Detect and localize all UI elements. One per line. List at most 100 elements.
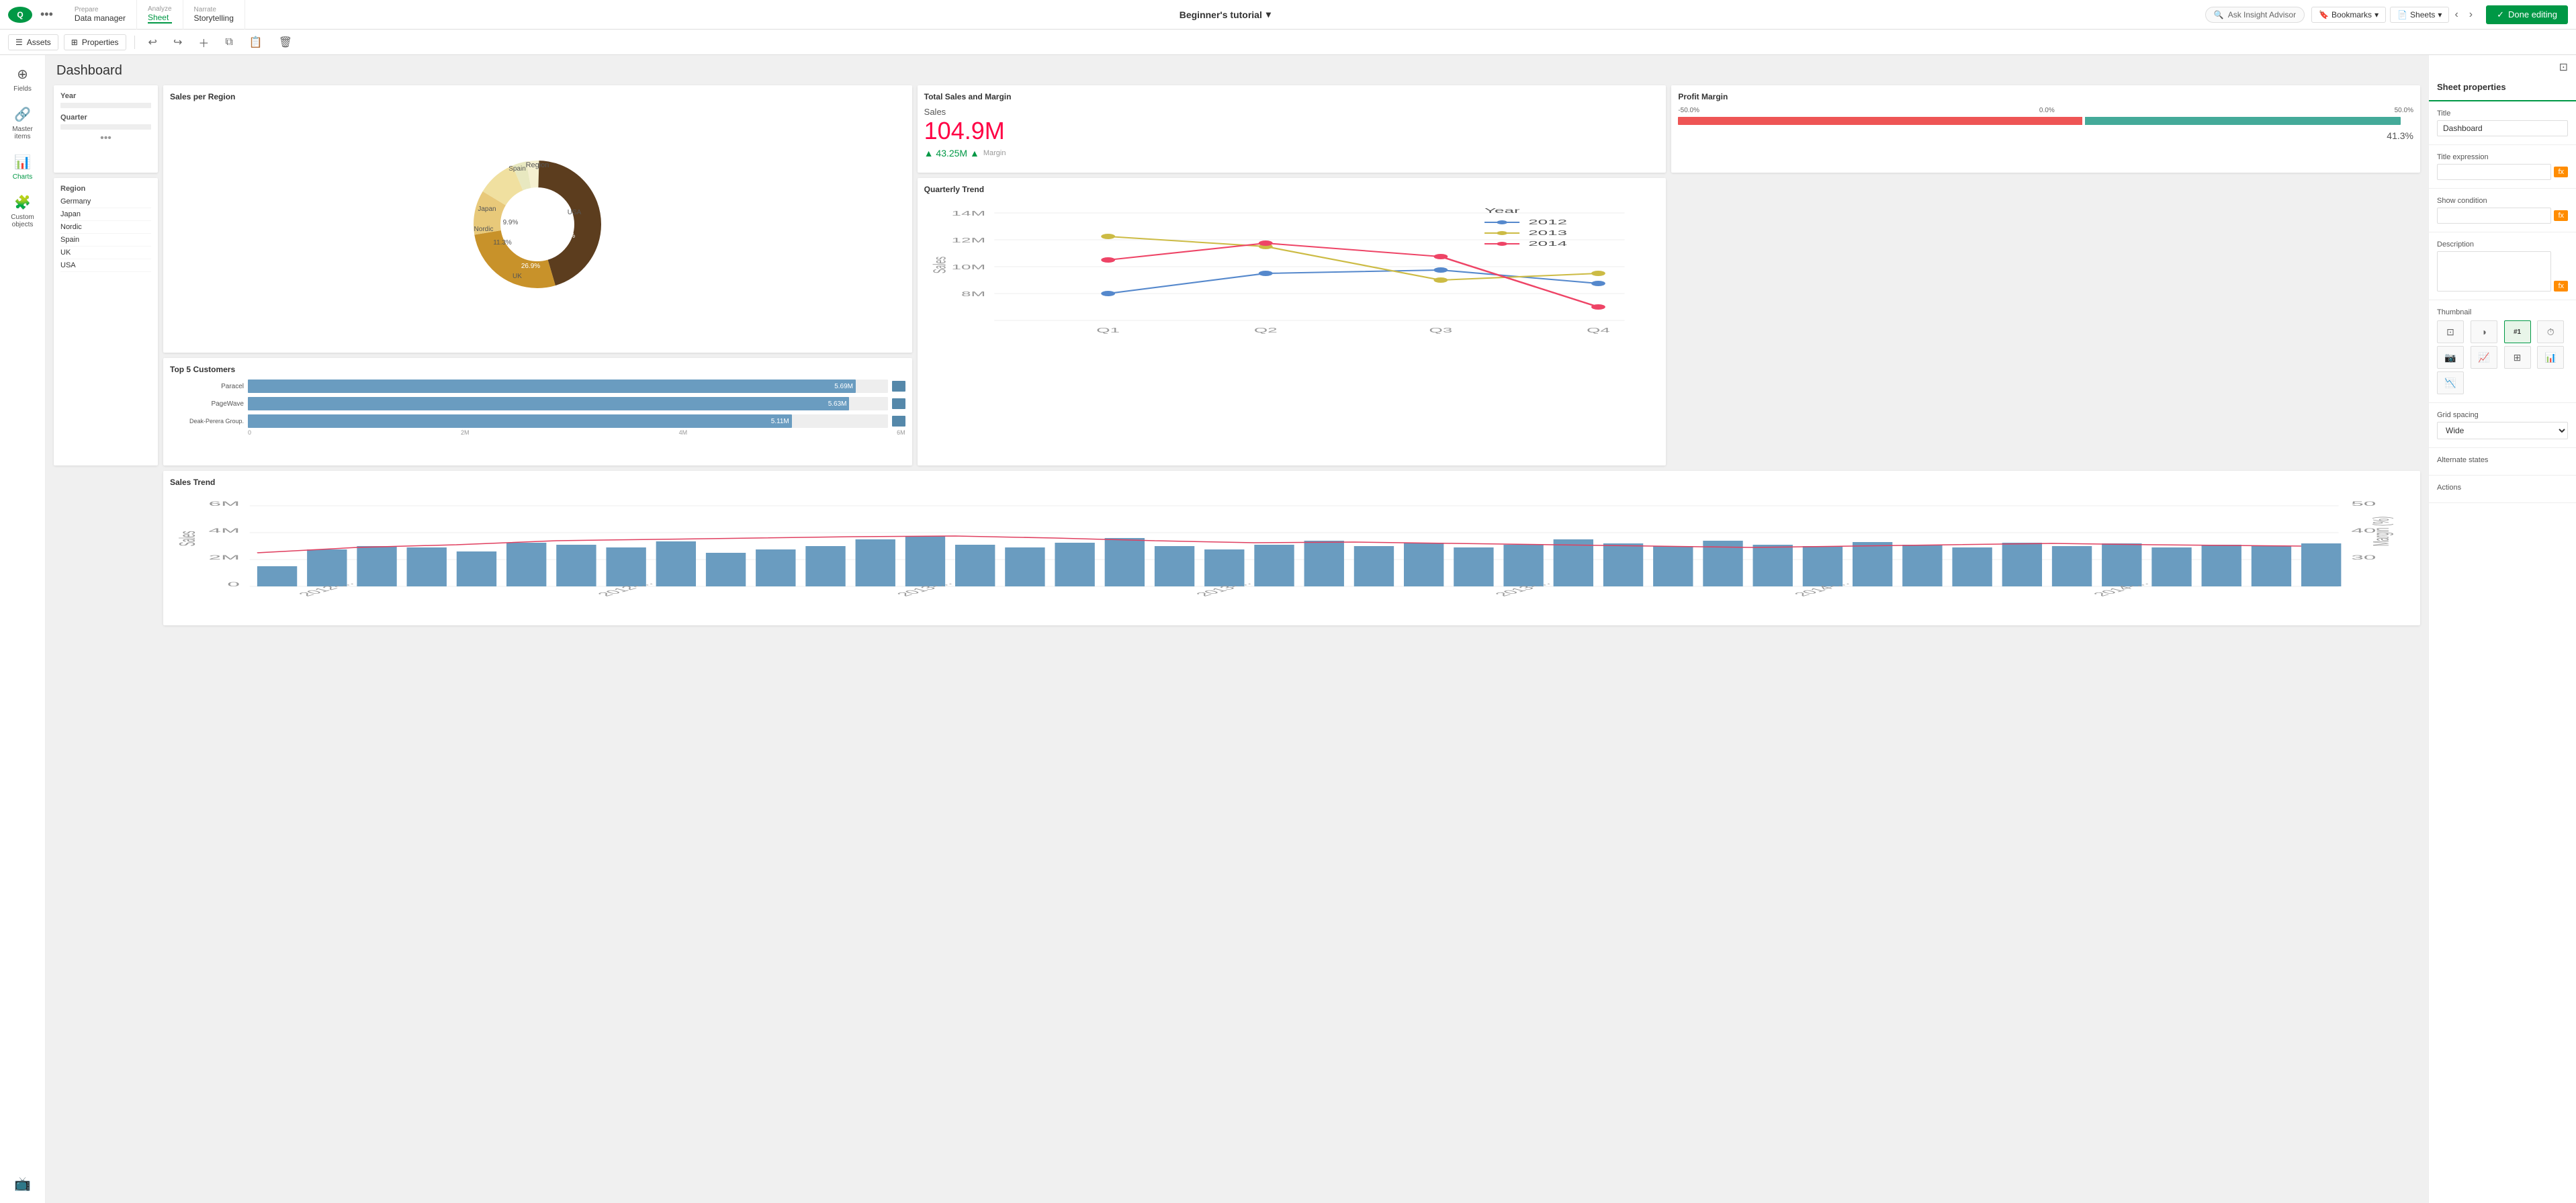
description-label: Description	[2437, 240, 2568, 249]
bar-label-deak: Deak-Perera Group.	[170, 418, 244, 425]
assets-icon: ☰	[15, 38, 23, 47]
grid-spacing-select[interactable]: Wide Medium Narrow	[2437, 422, 2568, 439]
thumb-bar-chart[interactable]: 📊	[2537, 346, 2564, 369]
main-content: Dashboard Year Quarter ••• Sales per Reg…	[46, 55, 2428, 1203]
actions-section: Actions	[2429, 476, 2576, 503]
bar-value-paracel: 5.69M	[834, 383, 853, 390]
show-condition-fx-button[interactable]: fx	[2554, 210, 2568, 221]
thumb-line-chart[interactable]: 📈	[2471, 346, 2497, 369]
thumbnail-label: Thumbnail	[2437, 308, 2568, 316]
alternate-states-label: Alternate states	[2437, 456, 2568, 464]
sheets-icon: 📄	[2397, 10, 2407, 19]
left-sidebar: ⊕ Fields 🔗 Master items 📊 Charts 🧩 Custo…	[0, 55, 46, 1203]
svg-text:2014: 2014	[1528, 240, 1567, 247]
thumb-layout[interactable]: ⊡	[2437, 320, 2464, 343]
title-input[interactable]	[2437, 120, 2568, 136]
sidebar-item-custom-objects[interactable]: 🧩 Custom objects	[3, 189, 43, 234]
bottom-icon: 📺	[14, 1175, 31, 1192]
thumb-camera[interactable]: 📷	[2437, 346, 2464, 369]
region-uk[interactable]: UK	[60, 247, 151, 259]
thumb-stacked-chart[interactable]: 📉	[2437, 371, 2464, 394]
app-title-text[interactable]: Beginner's tutorial	[1180, 9, 1262, 20]
region-nordic[interactable]: Nordic	[60, 221, 151, 234]
nav-prepare-sub: Data manager	[75, 13, 126, 23]
bar-axis: 0 2M 4M 6M	[170, 429, 905, 436]
svg-text:2M: 2M	[209, 554, 240, 561]
show-condition-input[interactable]	[2437, 208, 2551, 224]
region-filter-label: Region	[60, 185, 151, 193]
profit-label-right: 50.0%	[2395, 107, 2413, 114]
redo-button[interactable]: ↪	[168, 33, 187, 52]
app-title-chevron[interactable]: ▾	[1266, 9, 1271, 20]
bar-mini-deak	[892, 416, 905, 427]
svg-text:USA: USA	[568, 209, 582, 216]
svg-text:2013: 2013	[1528, 229, 1567, 236]
svg-text:0: 0	[227, 581, 240, 588]
bar-mini-pagewave	[892, 398, 905, 409]
thumb-number[interactable]: #1	[2504, 320, 2531, 343]
region-filter-list: Germany Japan Nordic Spain UK USA	[60, 195, 151, 272]
svg-text:50: 50	[2351, 500, 2376, 507]
thumb-number-badge: #1	[2514, 328, 2521, 336]
svg-text:Sales: Sales	[175, 531, 200, 546]
thumb-layout2[interactable]: ⊞	[2504, 346, 2531, 369]
nav-narrate-sub: Storytelling	[194, 13, 234, 23]
bar-row-pagewave: PageWave 5.63M	[170, 397, 905, 410]
insight-advisor-search[interactable]: 🔍 Ask Insight Advisor	[2205, 7, 2305, 23]
sidebar-item-charts[interactable]: 📊 Charts	[3, 148, 43, 186]
bar-row-deak: Deak-Perera Group. 5.11M	[170, 414, 905, 428]
quarterly-trend-chart: 14M 12M 10M 8M Q1 Q2 Q3 Q4	[924, 199, 1660, 347]
toolbar-separator	[134, 36, 135, 49]
svg-text:26.9%: 26.9%	[521, 263, 540, 270]
assets-tab[interactable]: ☰ Assets	[8, 34, 58, 50]
search-placeholder-text: Ask Insight Advisor	[2228, 10, 2296, 19]
sales-per-region-card: Sales per Region USA UK Nor	[163, 85, 912, 353]
nav-prev-button[interactable]: ‹	[2449, 6, 2463, 24]
profit-label-left: -50.0%	[1678, 107, 1699, 114]
region-filter-card: Region Germany Japan Nordic Spain UK USA	[54, 178, 158, 465]
bookmarks-button[interactable]: 🔖 Bookmarks ▾	[2311, 7, 2386, 23]
nav-prepare[interactable]: Prepare Data manager	[64, 0, 137, 30]
filter-menu-icon[interactable]: •••	[100, 132, 112, 144]
paste-button[interactable]: 📋	[244, 33, 268, 52]
svg-text:Q4: Q4	[1587, 326, 1610, 334]
description-fx-button[interactable]: fx	[2554, 281, 2568, 292]
description-textarea[interactable]	[2437, 251, 2551, 292]
sidebar-item-master-items[interactable]: 🔗 Master items	[3, 101, 43, 146]
nav-narrate[interactable]: Narrate Storytelling	[183, 0, 245, 30]
sidebar-item-bottom[interactable]: 📺	[3, 1170, 43, 1198]
region-usa[interactable]: USA	[60, 259, 151, 272]
thumb-pie[interactable]: ◑	[2471, 320, 2497, 343]
region-spain[interactable]: Spain	[60, 234, 151, 247]
profit-margin-card: Profit Margin -50.0% 0.0% 50.0% 41.3%	[1671, 85, 2420, 173]
nav-next-button[interactable]: ›	[2464, 6, 2478, 24]
top-customers-title: Top 5 Customers	[170, 365, 905, 374]
title-expression-input[interactable]	[2437, 164, 2551, 180]
add-button[interactable]: ＋	[193, 32, 214, 53]
title-expression-fx-button[interactable]: fx	[2554, 167, 2568, 177]
grid-spacing-section: Grid spacing Wide Medium Narrow	[2429, 403, 2576, 448]
region-japan[interactable]: Japan	[60, 208, 151, 221]
thumbnail-section: Thumbnail ⊡ ◑ #1 ⏱ 📷 📈 ⊞ 📊 📉	[2429, 300, 2576, 403]
bar-mini-paracel	[892, 381, 905, 392]
done-editing-button[interactable]: ✓ Done editing	[2486, 5, 2568, 24]
svg-text:11.3%: 11.3%	[494, 239, 513, 247]
app-menu-dots[interactable]: •••	[40, 7, 53, 21]
thumb-clock[interactable]: ⏱	[2537, 320, 2564, 343]
delete-button[interactable]: 🗑	[273, 33, 298, 52]
master-items-icon: 🔗	[14, 106, 31, 123]
logo[interactable]: Q	[8, 7, 32, 23]
panel-layout-icon[interactable]: ⊡	[2559, 60, 2568, 74]
region-germany[interactable]: Germany	[60, 195, 151, 208]
margin-value: ▲ 43.25M ▲	[924, 148, 979, 159]
undo-button[interactable]: ↩	[143, 33, 163, 52]
properties-tab[interactable]: ⊞ Properties	[64, 34, 126, 50]
main-layout: ⊕ Fields 🔗 Master items 📊 Charts 🧩 Custo…	[0, 55, 2576, 1203]
copy-button[interactable]: ⧉	[220, 34, 238, 51]
sheets-button[interactable]: 📄 Sheets ▾	[2390, 7, 2449, 23]
bar-track-paracel: 5.69M	[248, 380, 888, 393]
sidebar-item-fields[interactable]: ⊕ Fields	[3, 60, 43, 98]
margin-label: Margin	[983, 149, 1006, 157]
svg-text:Q2: Q2	[1254, 326, 1278, 334]
nav-analyze[interactable]: Analyze Sheet	[137, 0, 183, 30]
